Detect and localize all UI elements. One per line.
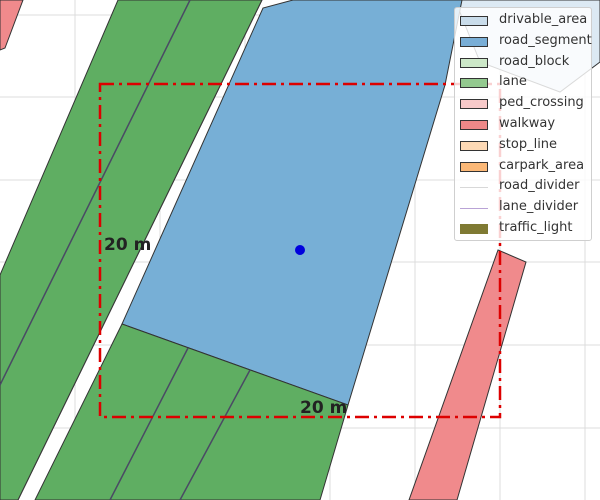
legend-label: road_block <box>499 53 570 69</box>
legend-label: lane <box>499 74 527 90</box>
legend-item-road-segment: road_segment <box>455 32 592 53</box>
carpark-area-swatch <box>460 161 488 172</box>
road-block-swatch <box>460 57 488 68</box>
walkway-top-left <box>0 0 24 51</box>
legend-label: lane_divider <box>499 199 579 215</box>
scale-label-horizontal: 20 m <box>300 398 347 418</box>
ego-position-marker <box>295 245 305 255</box>
stop-line-swatch <box>460 140 488 151</box>
legend-label: drivable_area <box>499 12 588 27</box>
legend-item-carpark-area: carpark_area <box>455 157 591 178</box>
walkway-swatch <box>460 119 488 130</box>
legend-item-road-divider: road_divider <box>455 177 591 198</box>
legend-item-traffic-light: traffic_light <box>455 219 591 240</box>
lane-swatch <box>460 78 488 89</box>
legend-label: road_segment <box>499 32 592 48</box>
scale-label-vertical: 20 m <box>104 235 151 255</box>
legend-item-lane: lane <box>455 73 591 94</box>
legend-item-road-block: road_block <box>455 53 591 74</box>
legend-label: road_divider <box>499 178 580 194</box>
legend-label: carpark_area <box>499 157 585 173</box>
road-segment-swatch <box>460 36 488 47</box>
legend-label: walkway <box>499 115 556 131</box>
legend-item-stop-line: stop_line <box>455 136 591 157</box>
drivable-area-swatch <box>460 16 488 26</box>
map-legend: drivable_area road_segment road_block la… <box>454 7 592 241</box>
legend-label: stop_line <box>499 136 558 152</box>
legend-item-walkway: walkway <box>455 115 591 136</box>
legend-label: ped_crossing <box>499 95 584 111</box>
map-view: 20 m 20 m drivable_area road_segment roa… <box>0 0 600 500</box>
road-divider-line-swatch <box>460 187 488 189</box>
walkway-right-strip <box>408 249 527 500</box>
legend-label: traffic_light <box>499 219 573 235</box>
legend-item-lane-divider: lane_divider <box>455 198 591 219</box>
legend-item-drivable-area: drivable_area <box>455 11 591 32</box>
legend-item-ped-crossing: ped_crossing <box>455 94 591 115</box>
ped-crossing-swatch <box>460 99 488 110</box>
lane-divider-line-swatch <box>460 208 488 210</box>
traffic-light-swatch <box>460 223 488 234</box>
